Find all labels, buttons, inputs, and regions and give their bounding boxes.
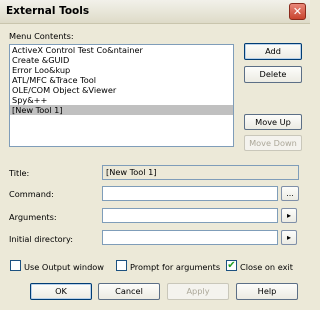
close-on-exit-label: Close on exit: [240, 262, 293, 272]
list-item[interactable]: Create &GUID: [10, 55, 233, 65]
title-label: Title:: [9, 168, 30, 178]
close-icon: ✕: [292, 5, 303, 18]
command-label: Command:: [9, 189, 54, 199]
title-field[interactable]: [New Tool 1]: [102, 165, 299, 180]
prompt-for-arguments-checkbox[interactable]: [116, 260, 127, 271]
list-item[interactable]: Spy&++: [10, 95, 233, 105]
arrow-right-icon: ▸: [286, 233, 291, 242]
close-on-exit-checkbox[interactable]: ✔: [226, 260, 237, 271]
command-browse-button[interactable]: ...: [281, 186, 299, 201]
cancel-button[interactable]: Cancel: [98, 283, 160, 300]
initial-directory-macro-button[interactable]: ▸: [281, 230, 297, 245]
initial-directory-field[interactable]: [102, 230, 278, 245]
delete-button[interactable]: Delete: [244, 66, 302, 83]
apply-button[interactable]: Apply: [167, 283, 229, 300]
arguments-field[interactable]: [102, 208, 278, 223]
window-title: External Tools: [6, 5, 90, 17]
title-bar[interactable]: External Tools ✕: [0, 0, 310, 24]
use-output-window-label: Use Output window: [24, 262, 105, 272]
list-item[interactable]: [New Tool 1]: [10, 105, 233, 115]
list-item[interactable]: ActiveX Control Test Co&ntainer: [10, 45, 233, 55]
list-item[interactable]: Error Loo&kup: [10, 65, 233, 75]
arguments-macro-button[interactable]: ▸: [281, 208, 297, 223]
arguments-label: Arguments:: [9, 212, 57, 222]
arrow-right-icon: ▸: [286, 211, 291, 220]
ellipsis-icon: ...: [286, 189, 294, 198]
menu-contents-list[interactable]: ActiveX Control Test Co&ntainer Create &G…: [9, 44, 234, 147]
initial-directory-label: Initial directory:: [9, 234, 74, 244]
help-button[interactable]: Help: [236, 283, 298, 300]
list-item[interactable]: ATL/MFC &Trace Tool: [10, 75, 233, 85]
move-up-button[interactable]: Move Up: [244, 114, 302, 130]
list-item[interactable]: OLE/COM Object &Viewer: [10, 85, 233, 95]
ok-button[interactable]: OK: [30, 283, 92, 300]
use-output-window-checkbox[interactable]: [10, 260, 21, 271]
close-button[interactable]: ✕: [289, 3, 306, 20]
menu-contents-label: Menu Contents:: [9, 31, 74, 41]
move-down-button[interactable]: Move Down: [244, 135, 302, 151]
add-button[interactable]: Add: [244, 43, 302, 60]
checkmark-icon: ✔: [227, 260, 236, 271]
command-field[interactable]: [102, 186, 278, 201]
prompt-for-arguments-label: Prompt for arguments: [130, 262, 221, 272]
